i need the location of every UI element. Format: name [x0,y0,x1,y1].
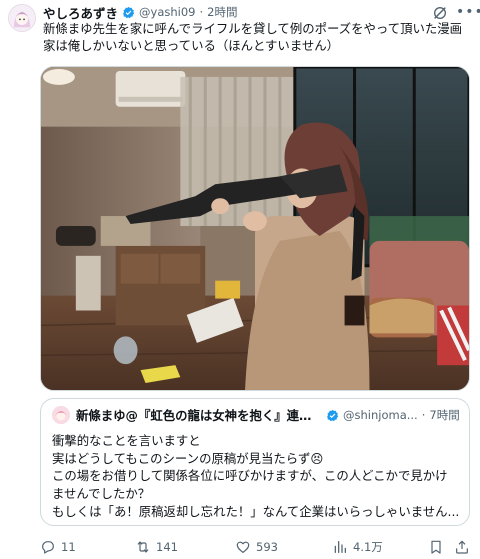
views-button[interactable]: 4.1万 [332,538,383,556]
action-bar: 11 141 593 4.1万 [40,538,474,556]
author-name[interactable]: やしろあずき [43,3,118,22]
author-avatar[interactable] [8,4,36,32]
verified-badge-icon [327,409,339,421]
quoted-text-line: ませんでしたか？ [52,486,151,502]
tweet[interactable]: やしろあずき @yashi09 · 2時間 ••• 新條まゆ先生を家に呼んでライ… [0,0,480,559]
like-icon [236,541,250,553]
tweet-photo[interactable] [40,66,470,391]
quoted-text-line: この場をお借りして関係各位に呼びかけますが、この人どこかで見かけ [52,468,448,484]
author-handle[interactable]: @yashi09 [139,5,195,19]
like-count: 593 [256,540,278,554]
share-button[interactable] [454,538,470,556]
quoted-separator: · [421,408,426,422]
quoted-text-line: 衝撃的なことを言いますと [52,433,201,448]
quoted-text: 衝撃的なことを言いますと 実はどうしてもこのシーンの原稿が見当たらず😣 この場を… [52,432,464,521]
bookmark-button[interactable] [428,538,444,556]
quoted-header: 新條まゆ@『虹色の龍は女神を抱く』連載... @shinjoma... · 7時… [76,406,466,424]
quoted-time[interactable]: 7時間 [429,407,459,423]
tweet-time[interactable]: 2時間 [207,4,237,20]
tweet-header: やしろあずき @yashi09 · 2時間 [43,3,237,22]
quoted-author-name[interactable]: 新條まゆ@『虹色の龍は女神を抱く』連載... [76,406,322,424]
views-count: 4.1万 [353,540,383,554]
quoted-author-handle[interactable]: @shinjoma... [343,408,418,422]
tweet-text: 新條まゆ先生を家に呼んでライフルを貸して例のポーズをやって頂いた漫画 家は俺しか… [43,20,473,54]
bookmark-icon [431,540,441,554]
share-icon [456,540,468,554]
tweet-text-line: 新條まゆ先生を家に呼んでライフルを貸して例のポーズをやって頂いた漫画 [43,21,463,36]
reply-count: 11 [61,540,76,554]
verified-badge-icon [123,6,135,18]
header-separator: · [199,5,204,19]
reply-icon [42,541,54,554]
quoted-text-line: もしくは「あ！原稿返却し忘れた！」なんて企業はいらっしゃいません... [52,503,460,519]
quoted-author-avatar[interactable] [52,406,70,424]
grok-icon[interactable] [432,5,448,21]
repost-button[interactable]: 141 [135,538,178,556]
reply-button[interactable]: 11 [40,538,76,556]
repost-icon [137,541,149,553]
like-button[interactable]: 593 [235,538,278,556]
more-icon[interactable]: ••• [456,5,480,21]
repost-count: 141 [156,540,178,554]
quoted-text-line: 実はどうしてもこのシーンの原稿が見当たらず😣 [52,450,324,466]
views-icon [334,541,346,553]
quoted-tweet[interactable]: 新條まゆ@『虹色の龍は女神を抱く』連載... @shinjoma... · 7時… [40,398,470,526]
tweet-text-line: 家は俺しかいないと思っている（ほんとすいません） [43,38,340,53]
